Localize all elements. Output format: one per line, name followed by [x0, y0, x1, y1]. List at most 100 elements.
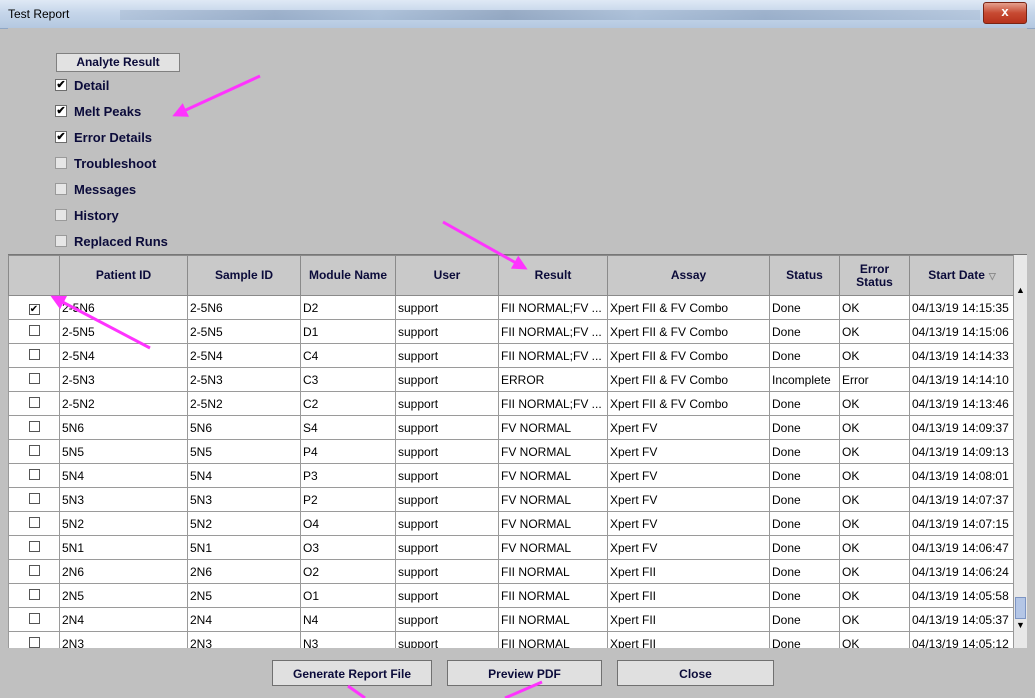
checkbox-unchecked-icon[interactable] [28, 324, 40, 336]
option-melt-peaks[interactable]: ✔ Melt Peaks [55, 101, 141, 121]
option-replaced-runs[interactable]: Replaced Runs [55, 231, 168, 251]
checkbox-unchecked-icon[interactable] [28, 396, 40, 408]
table-row[interactable]: 2-5N3 2-5N3 C3 support ERROR Xpert FII & FV C… [8, 367, 1015, 392]
checkbox-unchecked-icon[interactable] [28, 444, 40, 456]
table-row[interactable]: 5N1 5N1 O3 support FV NORMAL Xpert FV Done OK 04… [8, 535, 1015, 560]
title-bar: Test Report x [0, 0, 1035, 29]
cell-error: OK [839, 463, 910, 488]
column-header-label: Result [534, 268, 572, 282]
cell-user: support [395, 559, 499, 584]
checkbox-checked-icon[interactable]: ✔ [28, 303, 40, 315]
checkbox-unchecked-icon[interactable] [28, 588, 40, 600]
column-header-user[interactable]: User [395, 255, 499, 296]
table-row[interactable]: 2-5N4 2-5N4 C4 support FII NORMAL;FV ... Xper… [8, 343, 1015, 368]
cell-module: O3 [300, 535, 396, 560]
row-select-cell[interactable] [8, 535, 60, 560]
column-header-result[interactable]: Result [498, 255, 608, 296]
checkbox-unchecked-icon[interactable] [28, 420, 40, 432]
row-select-cell[interactable] [8, 415, 60, 440]
preview-pdf-button[interactable]: Preview PDF [447, 660, 602, 686]
analyte-result-button[interactable]: Analyte Result [56, 53, 180, 72]
checkbox-unchecked-icon[interactable] [28, 612, 40, 624]
column-header-status[interactable]: Status [769, 255, 840, 296]
checkbox-unchecked-icon[interactable] [28, 348, 40, 360]
table-row[interactable]: 5N5 5N5 P4 support FV NORMAL Xpert FV Done OK 04… [8, 439, 1015, 464]
cell-status: Done [769, 319, 840, 344]
checkbox-unchecked-icon[interactable] [55, 183, 67, 195]
scroll-down-arrow-icon[interactable]: ▼ [1014, 620, 1027, 630]
table-row[interactable]: 5N2 5N2 O4 support FV NORMAL Xpert FV Done OK 04… [8, 511, 1015, 536]
checkbox-unchecked-icon[interactable] [55, 235, 67, 247]
cell-error: OK [839, 559, 910, 584]
column-header-error-status[interactable]: Error Status [839, 255, 910, 296]
table-vertical-scrollbar[interactable]: ▲ ▼ [1013, 255, 1027, 649]
option-messages[interactable]: Messages [55, 179, 136, 199]
row-select-cell[interactable] [8, 583, 60, 608]
cell-result: FII NORMAL [498, 607, 608, 632]
column-header-label: User [433, 268, 461, 282]
cell-assay: Xpert FII [607, 583, 770, 608]
table-row[interactable]: 2N6 2N6 O2 support FII NORMAL Xpert FII Done OK… [8, 559, 1015, 584]
cell-error: OK [839, 295, 910, 320]
checkbox-unchecked-icon[interactable] [28, 564, 40, 576]
generate-report-file-button[interactable]: Generate Report File [272, 660, 432, 686]
cell-date: 04/13/19 14:14:10 [909, 367, 1015, 392]
column-header-module-name[interactable]: Module Name [300, 255, 396, 296]
row-select-cell[interactable] [8, 367, 60, 392]
option-error-details[interactable]: ✔ Error Details [55, 127, 152, 147]
scroll-thumb[interactable] [1015, 597, 1026, 619]
column-header-select[interactable] [8, 255, 60, 296]
option-troubleshoot[interactable]: Troubleshoot [55, 153, 156, 173]
row-select-cell[interactable] [8, 319, 60, 344]
table-row[interactable]: 2-5N2 2-5N2 C2 support FII NORMAL;FV ... Xper… [8, 391, 1015, 416]
checkbox-checked-icon[interactable]: ✔ [55, 105, 67, 117]
cell-result: FV NORMAL [498, 511, 608, 536]
table-row[interactable]: 2N4 2N4 N4 support FII NORMAL Xpert FII Done OK… [8, 607, 1015, 632]
row-select-cell[interactable] [8, 607, 60, 632]
cell-status: Done [769, 391, 840, 416]
row-select-cell[interactable] [8, 463, 60, 488]
column-header-patient-id[interactable]: Patient ID [59, 255, 188, 296]
row-select-cell[interactable] [8, 511, 60, 536]
cell-date: 04/13/19 14:15:35 [909, 295, 1015, 320]
cell-sample: 2N5 [187, 583, 301, 608]
checkbox-unchecked-icon[interactable] [28, 516, 40, 528]
table-row[interactable]: 5N3 5N3 P2 support FV NORMAL Xpert FV Done OK 04… [8, 487, 1015, 512]
cell-user: support [395, 343, 499, 368]
table-row[interactable]: ✔ 2-5N6 2-5N6 D2 support FII NORMAL;FV ... Xpe… [8, 295, 1015, 320]
row-select-cell[interactable] [8, 487, 60, 512]
checkbox-unchecked-icon[interactable] [28, 492, 40, 504]
column-header-sample-id[interactable]: Sample ID [187, 255, 301, 296]
cell-sample: 2-5N5 [187, 319, 301, 344]
cell-patient: 2-5N2 [59, 391, 188, 416]
row-select-cell[interactable] [8, 343, 60, 368]
row-select-cell[interactable]: ✔ [8, 295, 60, 320]
row-select-cell[interactable] [8, 439, 60, 464]
checkbox-checked-icon[interactable]: ✔ [55, 131, 67, 143]
checkbox-checked-icon[interactable]: ✔ [55, 79, 67, 91]
cell-patient: 2-5N6 [59, 295, 188, 320]
cell-result: FV NORMAL [498, 439, 608, 464]
row-select-cell[interactable] [8, 559, 60, 584]
checkbox-unchecked-icon[interactable] [28, 540, 40, 552]
row-select-cell[interactable] [8, 391, 60, 416]
checkbox-unchecked-icon[interactable] [55, 209, 67, 221]
table-row[interactable]: 2-5N5 2-5N5 D1 support FII NORMAL;FV ... Xper… [8, 319, 1015, 344]
option-detail[interactable]: ✔ Detail [55, 75, 109, 95]
scroll-up-arrow-icon[interactable]: ▲ [1014, 285, 1027, 295]
sort-indicator-icon[interactable]: ▽ [989, 271, 996, 281]
checkbox-unchecked-icon[interactable] [28, 636, 40, 648]
checkbox-unchecked-icon[interactable] [28, 468, 40, 480]
checkbox-unchecked-icon[interactable] [28, 372, 40, 384]
column-header-assay[interactable]: Assay [607, 255, 770, 296]
table-row[interactable]: 2N5 2N5 O1 support FII NORMAL Xpert FII Done OK… [8, 583, 1015, 608]
window-close-button[interactable]: x [983, 2, 1027, 24]
close-button[interactable]: Close [617, 660, 774, 686]
column-header-start-date[interactable]: Start Date ▽ [909, 255, 1015, 296]
table-row[interactable]: 5N4 5N4 P3 support FV NORMAL Xpert FV Done OK 04… [8, 463, 1015, 488]
option-history[interactable]: History [55, 205, 119, 225]
cell-patient: 5N1 [59, 535, 188, 560]
cell-date: 04/13/19 14:05:58 [909, 583, 1015, 608]
checkbox-unchecked-icon[interactable] [55, 157, 67, 169]
table-row[interactable]: 5N6 5N6 S4 support FV NORMAL Xpert FV Done OK 04… [8, 415, 1015, 440]
